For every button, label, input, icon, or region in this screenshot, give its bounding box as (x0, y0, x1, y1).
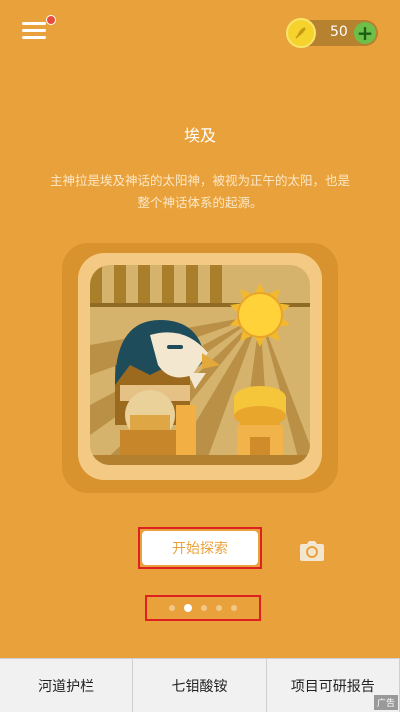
plus-icon: + (356, 21, 374, 45)
camera-icon[interactable] (300, 541, 324, 561)
page-dot[interactable] (231, 605, 237, 611)
explore-button-highlight: 开始探索 (138, 527, 262, 569)
add-coins-button[interactable]: + (354, 22, 376, 44)
page-dot[interactable] (216, 605, 222, 611)
description: 主神拉是埃及神话的太阳神，被视为正午的太阳，也是整个神话体系的起源。 (50, 173, 351, 210)
page-dot[interactable] (201, 605, 207, 611)
menu-icon (22, 22, 46, 25)
page-dot-active[interactable] (184, 604, 192, 612)
bottom-ad-bar: 河道护栏 七钼酸铵 项目可研报告 广告 (0, 658, 400, 712)
egypt-illustration (90, 265, 310, 465)
page-indicator (145, 595, 261, 621)
notification-dot (46, 15, 56, 25)
coin-count: 50 (330, 24, 348, 40)
ad-badge: 广告 (373, 695, 398, 710)
page-dot[interactable] (169, 605, 175, 611)
feather-coin-icon (286, 18, 316, 48)
start-explore-button[interactable]: 开始探索 (142, 531, 258, 565)
coin-balance: 50 + (286, 18, 378, 48)
menu-icon-bar (22, 36, 46, 39)
menu-button[interactable] (22, 15, 56, 40)
ad-link-2[interactable]: 七钼酸铵 (133, 659, 267, 712)
menu-icon-bar (22, 29, 46, 32)
page-title: 埃及 (183, 126, 216, 145)
ad-link-1[interactable]: 河道护栏 (0, 659, 134, 712)
